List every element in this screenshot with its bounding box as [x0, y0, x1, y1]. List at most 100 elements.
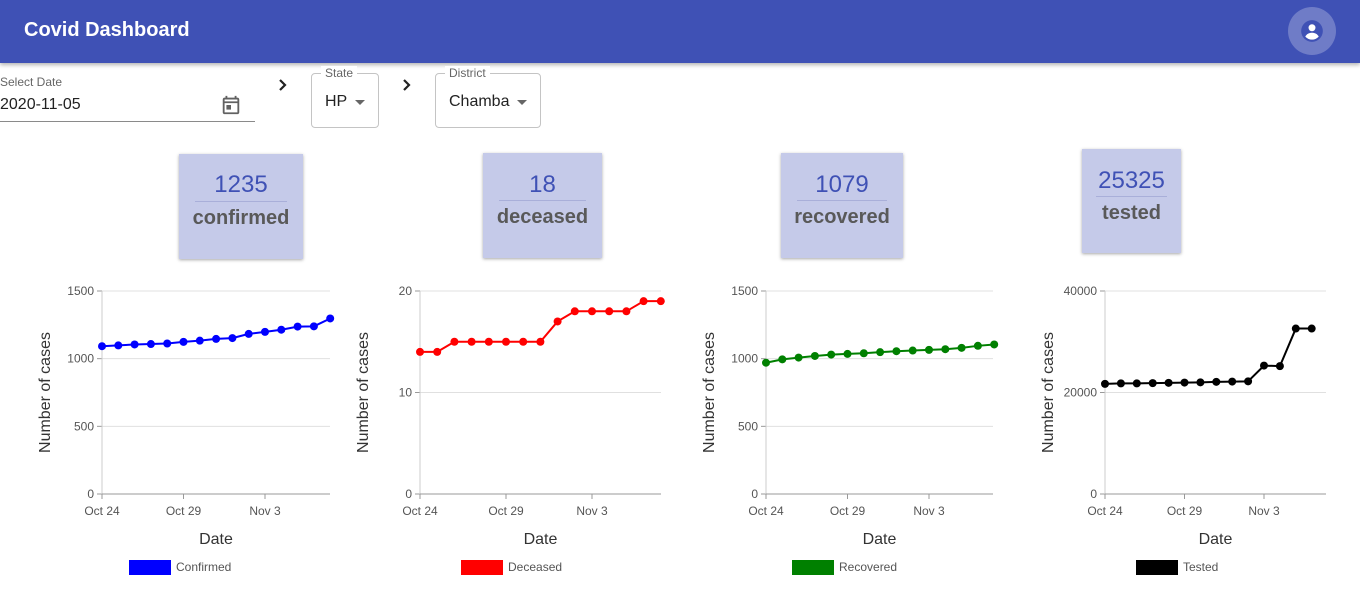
data-point — [326, 314, 335, 323]
data-point — [467, 337, 476, 346]
y-tick-label: 1500 — [67, 284, 94, 298]
y-axis-title: Number of cases — [701, 332, 718, 453]
x-tick-label: Oct 29 — [166, 504, 202, 518]
y-tick-label: 0 — [405, 487, 412, 501]
x-axis-title: Date — [524, 531, 558, 548]
data-point — [1212, 377, 1221, 386]
data-point — [990, 340, 999, 349]
x-tick-label: Nov 3 — [913, 504, 945, 518]
y-axis-title: Number of cases — [1040, 332, 1057, 453]
y-tick-label: 20 — [399, 284, 413, 298]
y-tick-label: 20000 — [1064, 386, 1098, 400]
data-point — [1116, 379, 1125, 388]
legend-label: Deceased — [508, 560, 562, 574]
data-point — [1101, 379, 1109, 388]
x-tick-label: Oct 29 — [488, 504, 524, 518]
data-point — [212, 334, 221, 343]
data-point — [908, 346, 917, 355]
x-tick-label: Oct 29 — [830, 504, 866, 518]
data-point — [277, 325, 286, 334]
data-point — [195, 336, 204, 345]
y-tick-label: 1500 — [731, 284, 758, 298]
data-point — [762, 358, 770, 367]
y-tick-label: 40000 — [1064, 284, 1098, 298]
data-point — [1180, 378, 1189, 387]
data-point — [502, 337, 510, 346]
legend-swatch — [1136, 560, 1178, 575]
x-axis-title: Date — [1199, 531, 1233, 548]
data-point — [146, 340, 155, 349]
data-point — [293, 322, 302, 331]
data-point — [973, 341, 982, 350]
x-tick-label: Nov 3 — [576, 504, 608, 518]
data-point — [130, 340, 139, 349]
y-tick-label: 0 — [87, 487, 94, 501]
data-point — [843, 349, 852, 358]
data-point — [114, 341, 123, 350]
data-point — [553, 317, 562, 326]
data-point — [605, 307, 614, 316]
data-point — [892, 347, 901, 356]
data-point — [228, 334, 237, 343]
data-point — [925, 345, 933, 354]
legend-label: Confirmed — [176, 560, 231, 574]
data-point — [1228, 377, 1237, 386]
legend-swatch — [461, 560, 503, 575]
data-point — [536, 337, 545, 346]
data-point — [163, 339, 172, 348]
legend-label: Tested — [1183, 560, 1218, 574]
data-point — [1291, 324, 1300, 333]
legend-swatch — [129, 560, 171, 575]
x-tick-label: Oct 24 — [748, 504, 784, 518]
data-point — [1148, 379, 1157, 388]
data-point — [1260, 361, 1268, 370]
x-tick-label: Oct 24 — [1087, 504, 1123, 518]
y-tick-label: 0 — [1090, 487, 1097, 501]
y-tick-label: 500 — [738, 419, 758, 433]
data-point — [98, 342, 106, 351]
x-axis-title: Date — [199, 531, 233, 548]
data-point — [588, 307, 596, 316]
data-point — [622, 307, 631, 316]
data-point — [827, 350, 836, 359]
data-point — [1132, 379, 1141, 388]
data-point — [416, 347, 424, 356]
data-point — [941, 345, 950, 354]
data-point — [778, 355, 787, 364]
data-point — [484, 337, 493, 346]
data-point — [1307, 324, 1316, 333]
x-tick-label: Oct 24 — [84, 504, 120, 518]
data-point — [450, 337, 459, 346]
data-point — [957, 343, 966, 352]
data-point — [261, 327, 269, 336]
y-tick-label: 1000 — [67, 352, 94, 366]
data-point — [810, 351, 819, 360]
y-axis-title: Number of cases — [37, 332, 54, 453]
x-tick-label: Nov 3 — [1248, 504, 1280, 518]
x-tick-label: Oct 29 — [1167, 504, 1203, 518]
y-axis-title: Number of cases — [355, 332, 372, 453]
data-point — [179, 337, 188, 346]
x-axis-title: Date — [863, 531, 897, 548]
y-tick-label: 1000 — [731, 352, 758, 366]
x-tick-label: Nov 3 — [249, 504, 281, 518]
legend-swatch — [792, 560, 834, 575]
legend-label: Recovered — [839, 560, 897, 574]
data-point — [639, 297, 648, 306]
data-point — [794, 353, 803, 362]
charts-area: 050010001500Oct 24 Oct 29 Nov 3DateNumber … — [37, 284, 1326, 575]
data-point — [570, 307, 579, 316]
data-point — [433, 347, 442, 356]
y-tick-label: 0 — [751, 487, 758, 501]
data-point — [656, 297, 665, 306]
data-point — [1244, 377, 1253, 386]
y-tick-label: 10 — [399, 386, 413, 400]
data-point — [876, 348, 885, 357]
series-line-tested — [1104, 327, 1312, 385]
data-point — [859, 349, 868, 358]
y-tick-label: 500 — [74, 419, 94, 433]
x-tick-label: Oct 24 — [402, 504, 438, 518]
data-point — [1196, 378, 1205, 387]
data-point — [519, 337, 528, 346]
data-point — [1275, 362, 1284, 371]
